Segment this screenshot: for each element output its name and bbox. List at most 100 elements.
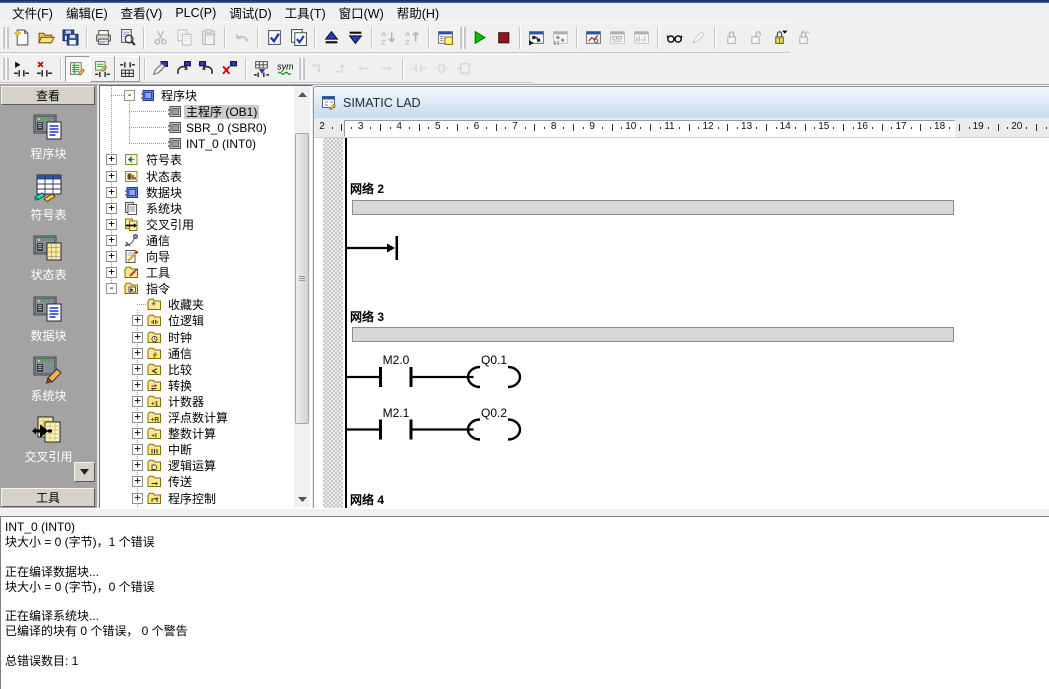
bookmark-next-button[interactable] — [172, 57, 195, 81]
tree-item-label[interactable]: INT_0 (INT0) — [184, 137, 258, 151]
compile-all-button[interactable] — [286, 25, 310, 51]
tree-expander-expand[interactable]: + — [106, 235, 117, 246]
tree-item-通信[interactable]: + 通信 — [100, 346, 312, 362]
tree-item-label[interactable]: 通信 — [144, 234, 172, 248]
tree-item-label[interactable]: 逻辑运算 — [166, 459, 218, 473]
view-bar-item-0[interactable]: 程序块 — [0, 110, 97, 162]
menu-item-3[interactable]: PLC(P) — [170, 4, 221, 22]
program-structure-button[interactable] — [524, 25, 548, 51]
scroll-down-button[interactable] — [294, 491, 310, 507]
tree-item-label[interactable]: 通信 — [166, 347, 194, 361]
tree-item-状态表[interactable]: +状态表 — [100, 169, 312, 185]
view-bar-header[interactable]: 查看 — [1, 86, 95, 105]
tree-item-系统块[interactable]: + 系统块 — [100, 201, 312, 217]
tree-item-收藏夹[interactable]: *收藏夹 — [100, 297, 312, 313]
lad-window-titlebar[interactable]: SIMATIC LAD — [314, 87, 1049, 119]
tree-expander-collapse[interactable]: - — [124, 90, 135, 101]
view-bar-item-2[interactable]: 状态表 — [0, 231, 97, 283]
open-folder-button[interactable] — [34, 25, 58, 51]
tree-item-label[interactable]: 数据块 — [144, 186, 184, 200]
status-on-contact-button[interactable] — [10, 57, 33, 81]
tree-item-符号表[interactable]: +符号表 — [100, 152, 312, 168]
menu-item-0[interactable]: 文件(F) — [7, 1, 58, 24]
tree-expander-expand[interactable]: + — [106, 267, 117, 278]
chart-window-button[interactable] — [581, 25, 605, 51]
tree-item-label[interactable]: 时钟 — [166, 331, 194, 345]
tree-item-计数器[interactable]: ++1计数器 — [100, 394, 312, 410]
tree-expander-expand[interactable]: + — [106, 187, 117, 198]
tree-item-逻辑运算[interactable]: + 逻辑运算 — [100, 458, 312, 474]
tree-item-SBR_0 (SBR0)[interactable]: SBR_0 (SBR0) — [100, 120, 312, 136]
tree-expander-expand[interactable]: + — [132, 428, 143, 439]
tree-item-交叉引用[interactable]: + 交叉引用 — [100, 217, 312, 233]
tree-item-label[interactable]: 计数器 — [166, 395, 206, 409]
scrollbar-thumb[interactable] — [295, 133, 309, 424]
apply-project-button[interactable] — [250, 57, 273, 81]
program-status-glasses-button[interactable] — [662, 25, 686, 51]
tree-item-label[interactable]: 向导 — [144, 250, 172, 264]
compile-button[interactable] — [262, 25, 286, 51]
tree-item-label[interactable]: 转换 — [166, 379, 194, 393]
tree-expander-expand[interactable]: + — [132, 493, 143, 504]
scroll-up-button[interactable] — [294, 86, 310, 102]
tree-item-label[interactable]: 浮点数计算 — [166, 411, 230, 425]
view-bar-item-5[interactable]: 交叉引用 — [0, 413, 97, 465]
menu-item-4[interactable]: 调试(D) — [224, 1, 276, 24]
symbolic-addressing-button[interactable]: sym — [273, 57, 296, 81]
print-button[interactable] — [91, 25, 115, 51]
tree-item-INT_0 (INT0)[interactable]: INT_0 (INT0) — [100, 136, 312, 152]
tree-item-label[interactable]: 工具 — [144, 266, 172, 280]
menu-item-1[interactable]: 编辑(E) — [61, 1, 113, 24]
tree-expander-expand[interactable]: + — [106, 203, 117, 214]
tree-expander-expand[interactable]: + — [132, 332, 143, 343]
tree-item-主程序 (OB1)[interactable]: 主程序 (OB1) — [100, 104, 312, 120]
menu-item-7[interactable]: 帮助(H) — [392, 1, 444, 24]
tree-expander-expand[interactable]: + — [132, 380, 143, 391]
open-branch[interactable] — [346, 236, 398, 260]
menu-item-5[interactable]: 工具(T) — [280, 1, 331, 24]
tree-item-整数计算[interactable]: ++I整数计算 — [100, 426, 312, 442]
tree-item-label[interactable]: 收藏夹 — [166, 298, 206, 312]
tree-item-label[interactable]: 指令 — [144, 282, 172, 296]
run-button[interactable] — [467, 25, 491, 51]
tree-item-转换[interactable]: + 转换 — [100, 378, 312, 394]
menu-item-6[interactable]: 窗口(W) — [334, 1, 389, 24]
tree-item-label[interactable]: 比较 — [166, 363, 194, 377]
menu-item-2[interactable]: 查看(V) — [116, 1, 168, 24]
tree-item-label[interactable]: SBR_0 (SBR0) — [184, 121, 269, 135]
download-button[interactable] — [343, 25, 367, 51]
tree-item-label[interactable]: 整数计算 — [166, 427, 218, 441]
view-bar-item-3[interactable]: 数据块 — [0, 292, 97, 344]
tree-item-程序控制[interactable]: + 程序控制 — [100, 491, 312, 507]
tree-expander-expand[interactable]: + — [106, 171, 117, 182]
view-symbol-table-button[interactable] — [65, 56, 90, 82]
tree-expander-expand[interactable]: + — [132, 460, 143, 471]
tree-item-label[interactable]: 系统块 — [144, 202, 184, 216]
view-bar-item-4[interactable]: 系统块 — [0, 352, 97, 404]
cross-reference-dropdown-button[interactable] — [74, 462, 95, 482]
tree-item-label[interactable]: 符号表 — [144, 153, 184, 167]
new-file-button[interactable] — [10, 25, 34, 51]
tree-item-传送[interactable]: + 传送 — [100, 474, 312, 490]
view-bar-item-1[interactable]: 符号表 — [0, 171, 97, 223]
tree-item-label[interactable]: 传送 — [166, 475, 194, 489]
tree-item-时钟[interactable]: + 时钟 — [100, 330, 312, 346]
tree-item-label[interactable]: 程序控制 — [166, 492, 218, 506]
bookmark-toggle-button[interactable] — [149, 57, 172, 81]
tree-expander-expand[interactable]: + — [132, 315, 143, 326]
tree-scrollbar[interactable] — [294, 86, 310, 507]
tree-expander-expand[interactable]: + — [132, 348, 143, 359]
tree-item-通信[interactable]: + 通信 — [100, 233, 312, 249]
tree-item-label[interactable]: 交叉引用 — [144, 218, 196, 232]
tree-expander-expand[interactable]: + — [132, 364, 143, 375]
bookmark-previous-button[interactable] — [195, 57, 218, 81]
tree-expander-expand[interactable]: + — [132, 476, 143, 487]
tree-item-中断[interactable]: +中断 — [100, 442, 312, 458]
tools-bar-header[interactable]: 工具 — [1, 488, 95, 507]
tree-item-工具[interactable]: + 工具 — [100, 265, 312, 281]
tree-item-位逻辑[interactable]: + 位逻辑 — [100, 313, 312, 329]
lad-editor-content[interactable]: 网络 2网络 3M2.0Q0.1M2.1Q0.2网络 4 — [314, 138, 1049, 509]
tree-item-label[interactable]: 位逻辑 — [166, 314, 206, 328]
tree-expander-expand[interactable]: + — [106, 219, 117, 230]
tree-item-浮点数计算[interactable]: ++R浮点数计算 — [100, 410, 312, 426]
